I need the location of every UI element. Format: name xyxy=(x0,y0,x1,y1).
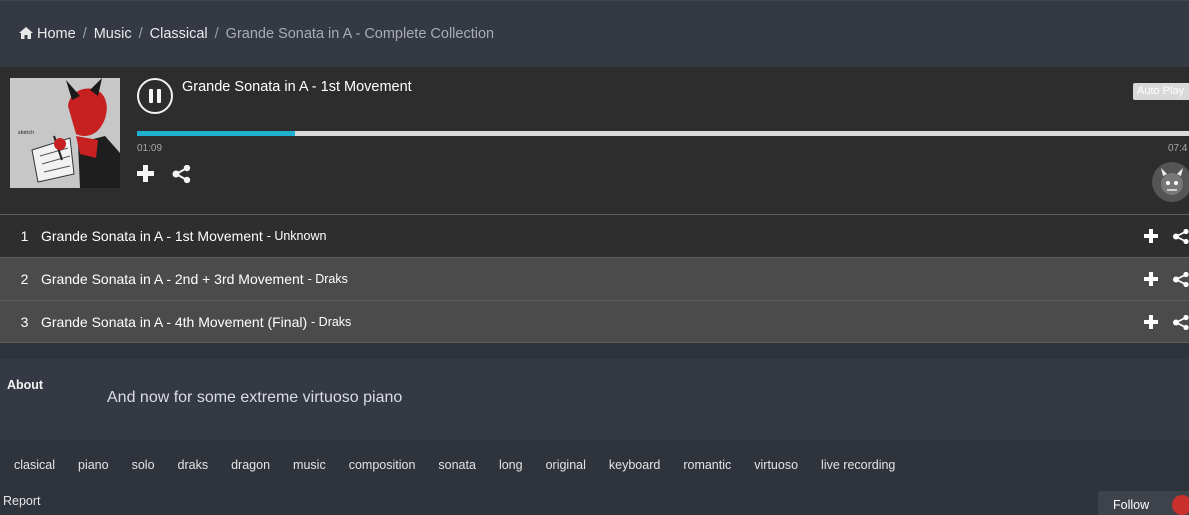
tag-link[interactable]: keyboard xyxy=(609,458,660,472)
tag-link[interactable]: dragon xyxy=(231,458,270,472)
track-row[interactable]: 3 Grande Sonata in A - 4th Movement (Fin… xyxy=(0,300,1189,343)
track-artist: - Unknown xyxy=(266,229,327,243)
track-number: 1 xyxy=(20,228,29,244)
tag-link[interactable]: virtuoso xyxy=(754,458,798,472)
breadcrumb: Home / Music / Classical / Grande Sonata… xyxy=(0,0,1189,67)
share-track-icon[interactable] xyxy=(1173,315,1189,330)
breadcrumb-classical[interactable]: Classical xyxy=(150,26,208,42)
breadcrumb-separator: / xyxy=(138,26,143,42)
tag-link[interactable]: composition xyxy=(349,458,416,472)
share-icon[interactable] xyxy=(172,165,191,183)
follow-badge xyxy=(1172,495,1189,515)
track-number: 3 xyxy=(20,313,29,330)
breadcrumb-separator: / xyxy=(214,26,219,42)
add-track-icon[interactable] xyxy=(1144,272,1158,286)
home-icon xyxy=(19,27,33,39)
pause-button[interactable] xyxy=(137,78,173,114)
audio-player: sketch Grande Sonata in A - 1st Movement… xyxy=(0,67,1189,214)
tag-link[interactable]: draks xyxy=(178,458,209,472)
album-art-image: sketch xyxy=(10,78,120,188)
tag-link[interactable]: original xyxy=(546,458,586,472)
breadcrumb-home-label: Home xyxy=(37,26,76,42)
add-to-playlist-icon[interactable] xyxy=(137,165,154,182)
tag-link[interactable]: clasical xyxy=(14,458,55,472)
avatar-icon xyxy=(1161,168,1183,195)
about-section: About And now for some extreme virtuoso … xyxy=(0,359,1189,440)
auto-play-label: Auto Play xyxy=(1137,85,1185,97)
progress-bar[interactable] xyxy=(137,131,1189,136)
uploader-avatar[interactable] xyxy=(1152,162,1189,202)
tag-link[interactable]: piano xyxy=(78,458,109,472)
tag-link[interactable]: long xyxy=(499,458,523,472)
tag-link[interactable]: romantic xyxy=(683,458,731,472)
track-number: 2 xyxy=(20,271,29,287)
track-title: Grande Sonata in A - 2nd + 3rd Movement xyxy=(41,271,304,287)
tag-link[interactable]: solo xyxy=(132,458,155,472)
add-track-icon[interactable] xyxy=(1144,229,1158,243)
breadcrumb-separator: / xyxy=(82,26,87,42)
album-art: sketch xyxy=(10,78,120,188)
about-text: And now for some extreme virtuoso piano xyxy=(107,389,403,406)
report-link[interactable]: Report xyxy=(3,494,41,508)
tag-link[interactable]: sonata xyxy=(438,458,476,472)
about-label: About xyxy=(7,378,44,392)
share-track-icon[interactable] xyxy=(1173,272,1189,287)
add-track-icon[interactable] xyxy=(1144,315,1158,329)
total-time: 07:4 xyxy=(1168,143,1188,154)
track-artist: - Draks xyxy=(307,272,348,286)
breadcrumb-current: Grande Sonata in A - Complete Collection xyxy=(225,26,495,42)
track-row[interactable]: 1 Grande Sonata in A - 1st Movement - Un… xyxy=(0,214,1189,257)
share-track-icon[interactable] xyxy=(1173,229,1189,244)
breadcrumb-music[interactable]: Music xyxy=(94,26,132,42)
track-artist: - Draks xyxy=(311,314,352,329)
track-title: Grande Sonata in A - 4th Movement (Final… xyxy=(41,313,308,330)
current-time: 01:09 xyxy=(137,143,163,154)
track-list: 1 Grande Sonata in A - 1st Movement - Un… xyxy=(0,214,1189,343)
pause-icon xyxy=(147,89,163,103)
track-row[interactable]: 2 Grande Sonata in A - 2nd + 3rd Movemen… xyxy=(0,257,1189,300)
tag-link[interactable]: music xyxy=(293,458,326,472)
track-title: Grande Sonata in A - 1st Movement xyxy=(41,228,263,244)
progress-fill xyxy=(137,131,295,136)
auto-play-toggle[interactable]: Auto Play xyxy=(1133,83,1189,100)
tag-link[interactable]: live recording xyxy=(821,458,895,472)
tag-list: clasical piano solo draks dragon music c… xyxy=(0,450,918,480)
now-playing-title: Grande Sonata in A - 1st Movement xyxy=(182,79,412,95)
breadcrumb-home[interactable]: Home xyxy=(19,26,76,42)
svg-text:sketch: sketch xyxy=(18,130,34,136)
